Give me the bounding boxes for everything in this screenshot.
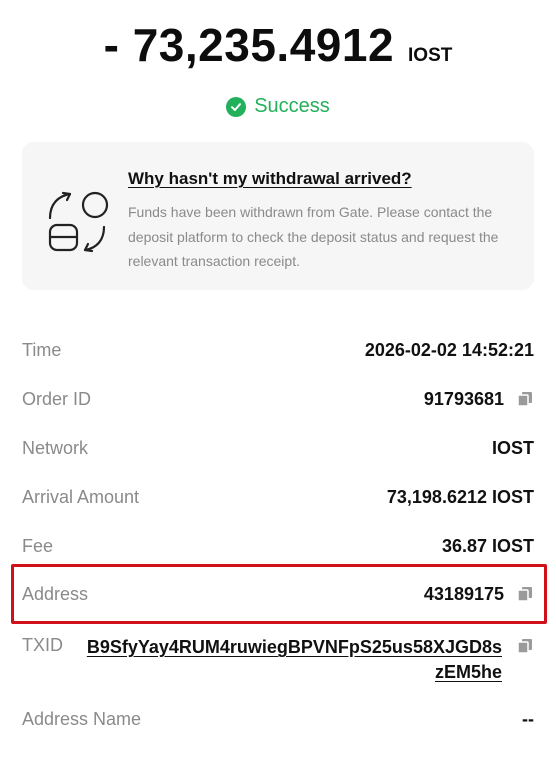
arrival-amount-value: 73,198.6212 IOST bbox=[386, 486, 534, 507]
help-card-title[interactable]: Why hasn't my withdrawal arrived? bbox=[128, 169, 412, 189]
time-value: 2026-02-02 14:52:21 bbox=[364, 339, 534, 360]
amount-currency: IOST bbox=[408, 45, 453, 66]
order-id-row: Order ID 91793681 bbox=[22, 379, 534, 419]
amount-header: - 73,235.4912 IOST bbox=[0, 18, 556, 72]
address-value: 43189175 bbox=[423, 583, 504, 604]
transfer-graphic-icon bbox=[46, 190, 110, 254]
txid-label: TXID bbox=[22, 635, 64, 655]
status-text: Success bbox=[254, 95, 330, 117]
address-name-row: Address Name -- bbox=[22, 699, 534, 739]
status-indicator: Success bbox=[0, 95, 556, 118]
help-card-body: Funds have been withdrawn from Gate. Ple… bbox=[128, 204, 499, 269]
network-label: Network bbox=[22, 437, 89, 458]
fee-label: Fee bbox=[22, 535, 54, 556]
fee-row: Fee 36.87 IOST bbox=[22, 526, 534, 566]
fee-value: 36.87 IOST bbox=[441, 535, 534, 556]
time-label: Time bbox=[22, 339, 62, 360]
arrival-amount-row: Arrival Amount 73,198.6212 IOST bbox=[22, 477, 534, 517]
arrival-amount-label: Arrival Amount bbox=[22, 486, 140, 507]
network-row: Network IOST bbox=[22, 428, 534, 468]
txid-row: TXID B9SfyYay4RUM4ruwiegBPVNFpS25us58XJG… bbox=[22, 631, 534, 685]
address-name-value: -- bbox=[522, 708, 534, 729]
address-row: Address 43189175 bbox=[22, 574, 534, 614]
withdrawal-help-card: Why hasn't my withdrawal arrived? Funds … bbox=[22, 142, 534, 290]
copy-icon[interactable] bbox=[516, 390, 534, 408]
network-value: IOST bbox=[491, 437, 534, 458]
check-circle-icon bbox=[226, 96, 247, 117]
time-row: Time 2026-02-02 14:52:21 bbox=[22, 330, 534, 370]
copy-icon[interactable] bbox=[516, 585, 534, 603]
order-id-value-group: 91793681 bbox=[424, 389, 534, 410]
txid-link[interactable]: B9SfyYay4RUM4ruwiegBPVNFpS25us58XJGD8szE… bbox=[82, 635, 502, 685]
order-id-value: 91793681 bbox=[423, 388, 504, 409]
address-name-label: Address Name bbox=[22, 708, 142, 729]
address-label: Address bbox=[22, 583, 89, 604]
withdrawal-amount: - 73,235.4912 bbox=[103, 19, 395, 71]
copy-icon[interactable] bbox=[516, 637, 534, 655]
order-id-label: Order ID bbox=[22, 388, 92, 409]
address-value-group: 43189175 bbox=[424, 584, 534, 605]
